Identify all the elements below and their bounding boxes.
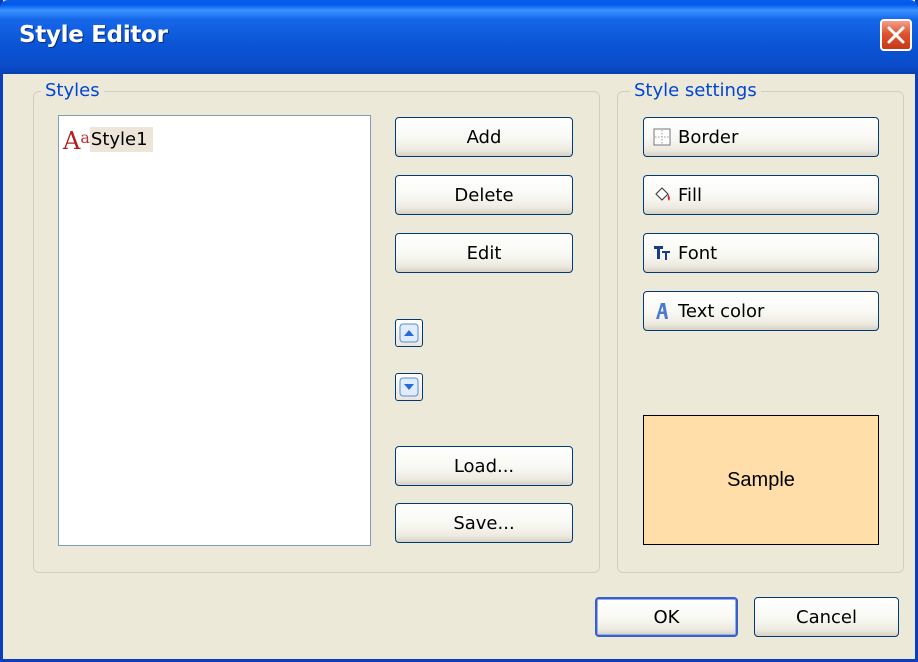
arrow-up-icon <box>399 323 419 343</box>
move-down-button[interactable] <box>395 373 423 401</box>
fill-button[interactable]: Fill <box>643 175 879 215</box>
save-button[interactable]: Save... <box>395 503 573 543</box>
styles-list[interactable]: Aa Style1 <box>58 115 371 546</box>
window-title: Style Editor <box>19 22 168 48</box>
edit-button[interactable]: Edit <box>395 233 573 273</box>
paint-bucket-icon <box>655 187 670 201</box>
font-button[interactable]: Font <box>643 233 879 273</box>
font-tt-icon <box>654 246 670 260</box>
load-button[interactable]: Load... <box>395 446 573 486</box>
font-button-label: Font <box>678 242 718 264</box>
style-aa-icon: Aa <box>63 126 90 155</box>
move-up-button[interactable] <box>395 319 423 347</box>
sample-preview: Sample <box>643 415 879 545</box>
border-button[interactable]: Border <box>643 117 879 157</box>
text-color-button-label: Text color <box>678 300 765 322</box>
title-bar[interactable]: Style Editor <box>0 0 918 74</box>
ok-button[interactable]: OK <box>595 597 738 637</box>
list-item-label: Style1 <box>89 126 153 152</box>
styles-group-label: Styles <box>41 80 104 101</box>
border-icon <box>653 128 671 146</box>
text-color-icon <box>656 303 668 319</box>
add-button[interactable]: Add <box>395 117 573 157</box>
delete-button[interactable]: Delete <box>395 175 573 215</box>
close-button[interactable] <box>880 19 912 51</box>
close-icon <box>887 26 905 44</box>
style-editor-window: Style Editor Styles Aa Style1 Add Delete… <box>0 0 918 662</box>
fill-button-label: Fill <box>678 184 703 206</box>
cancel-button[interactable]: Cancel <box>754 597 899 637</box>
border-button-label: Border <box>678 126 739 148</box>
list-item[interactable]: Aa Style1 <box>63 124 153 155</box>
arrow-down-icon <box>399 377 419 397</box>
text-color-button[interactable]: Text color <box>643 291 879 331</box>
style-settings-group-label: Style settings <box>630 80 761 101</box>
